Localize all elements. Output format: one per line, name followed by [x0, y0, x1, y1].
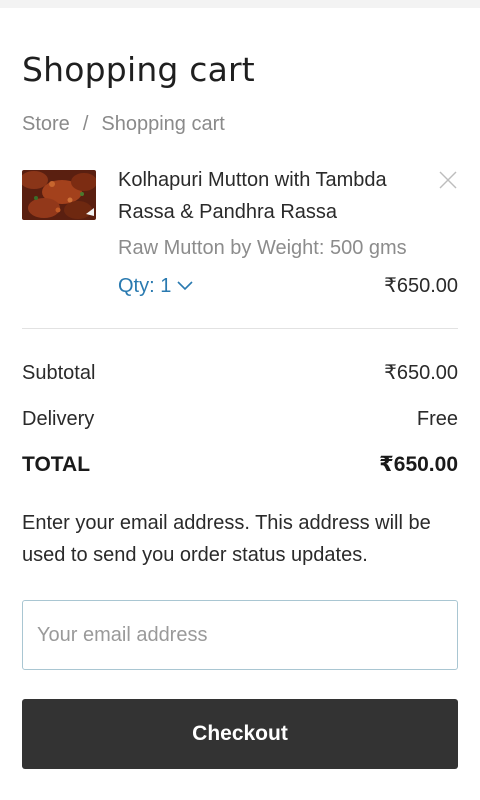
quantity-dropdown[interactable]: Qty: 1: [118, 272, 193, 300]
delivery-value: Free: [416, 408, 458, 430]
breadcrumb-item-store[interactable]: Store: [22, 113, 70, 135]
item-price: ₹650.00: [384, 275, 458, 297]
subtotal-value: ₹650.00: [384, 362, 458, 384]
mutton-curry-photo-icon: [22, 170, 96, 220]
remove-item-button[interactable]: [438, 170, 458, 190]
total-row: TOTAL ₹650.00: [22, 451, 458, 479]
page-title: Shopping cart: [22, 50, 255, 89]
delivery-row: Delivery Free: [22, 405, 458, 433]
product-name[interactable]: Kolhapuri Mutton with Tambda Rassa & Pan…: [118, 164, 418, 228]
checkout-button[interactable]: Checkout: [22, 699, 458, 769]
chevron-down-icon: [177, 281, 193, 291]
order-summary: Subtotal ₹650.00 Delivery Free TOTAL ₹65…: [22, 359, 458, 479]
product-variant: Raw Mutton by Weight: 500 gms: [118, 237, 407, 259]
cart-page: Shopping cart Store / Shopping cart Kolhap…: [0, 50, 480, 769]
quantity-label: Qty: 1: [118, 275, 172, 297]
email-instructions: Enter your email address. This address w…: [22, 512, 431, 566]
close-icon: [439, 171, 457, 189]
status-bar-strip: [0, 0, 480, 8]
divider: [22, 328, 458, 329]
cart-item: Kolhapuri Mutton with Tambda Rassa & Pan…: [22, 164, 458, 306]
total-value: ₹650.00: [379, 453, 458, 476]
total-label: TOTAL: [22, 453, 91, 476]
delivery-label: Delivery: [22, 408, 95, 430]
subtotal-row: Subtotal ₹650.00: [22, 359, 458, 387]
email-field[interactable]: [22, 600, 458, 670]
breadcrumb-item-current: Shopping cart: [101, 113, 225, 135]
breadcrumb: Store / Shopping cart: [22, 112, 458, 136]
product-thumbnail[interactable]: [22, 170, 96, 220]
subtotal-label: Subtotal: [22, 362, 96, 384]
breadcrumb-separator: /: [82, 113, 89, 135]
